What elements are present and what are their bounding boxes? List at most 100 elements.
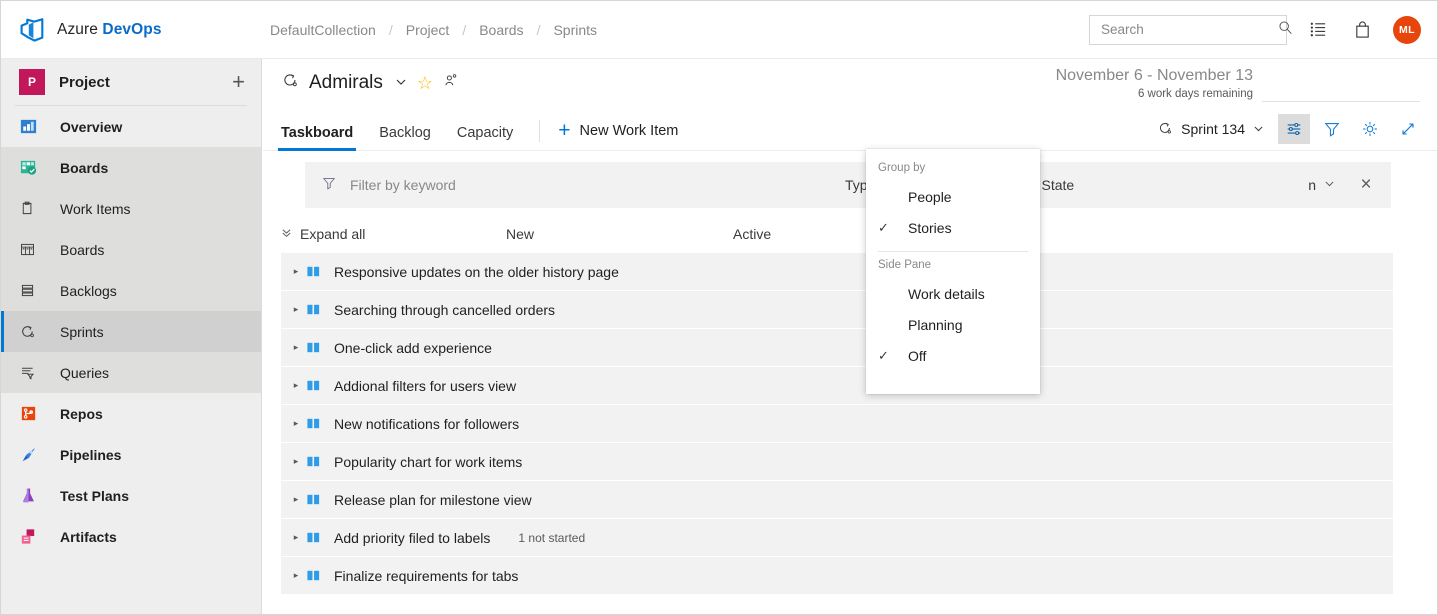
- work-item-title[interactable]: Add priority filed to labels: [334, 530, 490, 546]
- table-row[interactable]: ▸ Add priority filed to labels 1 not sta…: [281, 519, 1393, 556]
- plus-icon[interactable]: +: [232, 71, 245, 93]
- breadcrumb-item-collection[interactable]: DefaultCollection: [270, 22, 376, 38]
- expand-row-icon[interactable]: ▸: [286, 494, 306, 505]
- table-row[interactable]: ▸ New notifications for followers: [281, 405, 1393, 442]
- settings-button[interactable]: [1354, 114, 1386, 144]
- expand-row-icon[interactable]: ▸: [286, 418, 306, 429]
- taskboard-rows: ▸ Responsive updates on the older histor…: [281, 253, 1393, 595]
- work-item-title[interactable]: Addional filters for users view: [334, 378, 516, 394]
- work-item-meta: 1 not started: [518, 531, 585, 545]
- table-row[interactable]: ▸ Addional filters for users view: [281, 367, 1393, 404]
- sidebar-item-boards[interactable]: Boards: [1, 229, 261, 270]
- menu-item-people[interactable]: People: [866, 181, 1040, 212]
- work-item-title[interactable]: Popularity chart for work items: [334, 454, 522, 470]
- board-column-headers: Expand all New Active Resolved: [281, 226, 1401, 252]
- filter-pill-tags[interactable]: n: [1296, 171, 1347, 199]
- chevron-down-icon: [1324, 178, 1335, 192]
- left-navigation: P Project + Overview: [1, 59, 262, 615]
- team-name[interactable]: Admirals: [309, 72, 383, 94]
- sidebar-item-repos[interactable]: Repos: [1, 393, 261, 434]
- expand-row-icon[interactable]: ▸: [286, 266, 306, 277]
- keyword-filter[interactable]: Filter by keyword: [305, 175, 833, 196]
- menu-item-off[interactable]: ✓ Off: [866, 340, 1040, 371]
- board-column-active: Active: [733, 226, 771, 242]
- expand-row-icon[interactable]: ▸: [286, 304, 306, 315]
- work-item-title[interactable]: Responsive updates on the older history …: [334, 264, 619, 280]
- iteration-dates: November 6 - November 13 6 work days rem…: [1056, 67, 1253, 100]
- days-remaining: 6 work days remaining: [1056, 88, 1253, 100]
- sidebar-item-artifacts[interactable]: Artifacts: [1, 516, 261, 557]
- work-item-title[interactable]: Searching through cancelled orders: [334, 302, 555, 318]
- work-item-title[interactable]: Release plan for milestone view: [334, 492, 532, 508]
- menu-item-planning[interactable]: Planning: [866, 309, 1040, 340]
- work-item-title[interactable]: New notifications for followers: [334, 416, 519, 432]
- table-row[interactable]: ▸ Responsive updates on the older histor…: [281, 253, 1393, 290]
- tab-capacity[interactable]: Capacity: [457, 125, 513, 150]
- view-options-menu: Group by People ✓ Stories Side Pane Work…: [866, 149, 1040, 394]
- table-row[interactable]: ▸ Searching through cancelled orders: [281, 291, 1393, 328]
- toolbar-divider: [539, 120, 540, 142]
- search-box[interactable]: [1089, 15, 1287, 45]
- expand-row-icon[interactable]: ▸: [286, 342, 306, 353]
- boards-hub-icon: [19, 158, 43, 177]
- table-row[interactable]: ▸ One-click add experience: [281, 329, 1393, 366]
- breadcrumb-item-sprints[interactable]: Sprints: [553, 22, 597, 38]
- expand-row-icon[interactable]: ▸: [286, 456, 306, 467]
- board-grid-icon: [19, 241, 43, 258]
- table-row[interactable]: ▸ Finalize requirements for tabs: [281, 557, 1393, 594]
- sidebar-item-backlogs[interactable]: Backlogs: [1, 270, 261, 311]
- funnel-icon: [321, 175, 337, 196]
- expand-all-button[interactable]: Expand all: [281, 226, 365, 242]
- table-row[interactable]: ▸ Popularity chart for work items: [281, 443, 1393, 480]
- marketplace-list-icon[interactable]: [1305, 17, 1331, 43]
- menu-item-work-details[interactable]: Work details: [866, 278, 1040, 309]
- menu-item-label: Work details: [908, 286, 985, 302]
- expand-row-icon[interactable]: ▸: [286, 380, 306, 391]
- work-items-icon: [19, 200, 43, 217]
- sidebar-item-label: Work Items: [60, 201, 131, 217]
- expand-row-icon[interactable]: ▸: [286, 570, 306, 581]
- pipelines-icon: [19, 445, 43, 464]
- sidebar-item-queries[interactable]: Queries: [1, 352, 261, 393]
- star-icon[interactable]: ☆: [417, 73, 433, 94]
- chevron-down-icon[interactable]: [395, 76, 407, 91]
- work-item-title[interactable]: One-click add experience: [334, 340, 492, 356]
- sidebar-item-test-plans[interactable]: Test Plans: [1, 475, 261, 516]
- check-icon: ✓: [878, 220, 904, 236]
- shopping-bag-icon[interactable]: [1349, 17, 1375, 43]
- fullscreen-button[interactable]: [1392, 114, 1424, 144]
- sidebar-item-boards-hub[interactable]: Boards: [1, 147, 261, 188]
- sprint-icon: [1157, 120, 1173, 139]
- avatar[interactable]: ML: [1393, 16, 1421, 44]
- close-filter-icon[interactable]: ×: [1347, 166, 1385, 204]
- table-row[interactable]: ▸ Release plan for milestone view: [281, 481, 1393, 518]
- iteration-date-range: November 6 - November 13: [1056, 67, 1253, 85]
- breadcrumb-separator: /: [537, 22, 541, 38]
- expand-row-icon[interactable]: ▸: [286, 532, 306, 543]
- expand-all-label: Expand all: [300, 226, 365, 242]
- sidebar-item-work-items[interactable]: Work Items: [1, 188, 261, 229]
- work-item-title[interactable]: Finalize requirements for tabs: [334, 568, 518, 584]
- brand-area[interactable]: Azure DevOps: [1, 17, 246, 43]
- search-input[interactable]: [1101, 22, 1278, 37]
- filter-button[interactable]: [1316, 114, 1348, 144]
- sidebar-item-pipelines[interactable]: Pipelines: [1, 434, 261, 475]
- breadcrumb-item-boards[interactable]: Boards: [479, 22, 523, 38]
- menu-item-stories[interactable]: ✓ Stories: [866, 212, 1040, 243]
- story-icon: [306, 416, 324, 431]
- project-header[interactable]: P Project +: [1, 59, 261, 105]
- new-work-item-button[interactable]: + New Work Item: [558, 120, 678, 150]
- tab-taskboard[interactable]: Taskboard: [281, 125, 353, 150]
- menu-item-label: Off: [908, 348, 926, 364]
- sidebar-item-sprints[interactable]: Sprints: [1, 311, 261, 352]
- breadcrumb-item-project[interactable]: Project: [406, 22, 450, 38]
- tab-backlog[interactable]: Backlog: [379, 125, 431, 150]
- filter-pill-label: State: [1042, 177, 1075, 193]
- sprint-selector[interactable]: Sprint 134: [1149, 115, 1272, 144]
- team-members-icon[interactable]: [443, 72, 460, 95]
- view-options-button[interactable]: [1278, 114, 1310, 144]
- sidebar-item-label: Boards: [60, 242, 104, 258]
- search-icon[interactable]: [1278, 20, 1293, 40]
- repos-icon: [19, 404, 43, 423]
- sidebar-item-overview[interactable]: Overview: [1, 106, 261, 147]
